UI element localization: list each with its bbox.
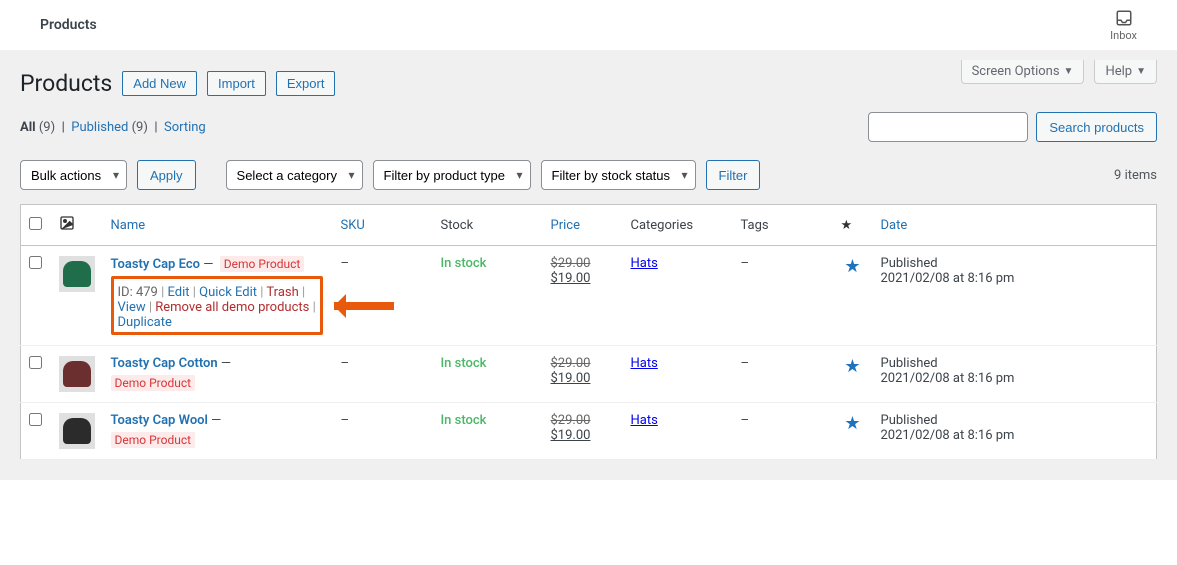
page-title: Products — [20, 70, 112, 97]
date-published-label: Published — [881, 256, 938, 271]
featured-star-toggle[interactable]: ★ — [844, 356, 860, 377]
mdash: — — [203, 257, 213, 272]
table-row: Toasty Cap Eco — Demo Product ID: 479 | E… — [21, 246, 1157, 346]
quick-edit-link[interactable]: Quick Edit — [199, 285, 257, 300]
row-checkbox[interactable] — [29, 356, 42, 369]
import-button[interactable]: Import — [207, 71, 266, 96]
edit-link[interactable]: Edit — [167, 285, 189, 300]
inbox-label: Inbox — [1110, 29, 1137, 42]
items-count: 9 items — [1114, 168, 1157, 183]
date-value: 2021/02/08 at 8:16 pm — [881, 371, 1015, 386]
table-row: Toasty Cap Wool —Demo Product–In stock$2… — [21, 403, 1157, 460]
trash-link[interactable]: Trash — [266, 285, 298, 300]
view-all[interactable]: All — [20, 120, 36, 135]
pipe-sep: | — [58, 120, 71, 135]
screen-options-toggle[interactable]: Screen Options ▼ — [961, 60, 1085, 84]
chevron-down-icon: ▼ — [1064, 66, 1074, 77]
demo-badge: Demo Product — [111, 432, 196, 448]
product-thumbnail[interactable] — [59, 356, 95, 392]
help-toggle[interactable]: Help ▼ — [1094, 60, 1157, 84]
bulk-actions-select[interactable]: Bulk actions — [20, 160, 127, 190]
stock-status: In stock — [441, 256, 487, 271]
featured-star-toggle[interactable]: ★ — [844, 256, 860, 277]
mdash: — — [211, 413, 221, 428]
col-date[interactable]: Date — [881, 218, 908, 233]
col-stock: Stock — [433, 205, 543, 246]
remove-demo-link[interactable]: Remove all demo products — [155, 300, 309, 315]
category-link[interactable]: Hats — [631, 413, 658, 428]
filter-button[interactable]: Filter — [706, 160, 761, 190]
sku-cell: – — [333, 403, 433, 460]
price-regular: $29.00 — [551, 256, 591, 271]
product-type-filter-select[interactable]: Filter by product type — [373, 160, 531, 190]
tags-cell: – — [733, 346, 833, 403]
topbar-title: Products — [40, 17, 97, 33]
price-sale: $19.00 — [551, 271, 591, 286]
search-input[interactable] — [868, 112, 1028, 142]
product-title-link[interactable]: Toasty Cap Wool — [111, 413, 208, 428]
stock-status: In stock — [441, 356, 487, 371]
row-checkbox[interactable] — [29, 256, 42, 269]
screen-options-label: Screen Options — [972, 64, 1060, 79]
add-new-button[interactable]: Add New — [122, 71, 197, 96]
date-published-label: Published — [881, 356, 938, 371]
product-thumbnail[interactable] — [59, 413, 95, 449]
category-link[interactable]: Hats — [631, 256, 658, 271]
row-actions-highlight: ID: 479 | Edit | Quick Edit | Trash | Vi… — [111, 276, 323, 335]
featured-star-toggle[interactable]: ★ — [844, 413, 860, 434]
callout-arrow-icon — [334, 302, 394, 310]
help-label: Help — [1105, 64, 1132, 79]
view-all-count: (9) — [39, 120, 55, 135]
table-row: Toasty Cap Cotton —Demo Product–In stock… — [21, 346, 1157, 403]
tags-cell: – — [733, 403, 833, 460]
price-sale: $19.00 — [551, 371, 591, 386]
product-title-link[interactable]: Toasty Cap Eco — [111, 257, 200, 272]
view-published[interactable]: Published — [71, 120, 128, 135]
demo-badge: Demo Product — [220, 256, 305, 272]
col-name[interactable]: Name — [111, 218, 146, 233]
inbox-icon — [1115, 9, 1133, 27]
col-price[interactable]: Price — [551, 218, 580, 233]
row-actions: ID: 479 | Edit | Quick Edit | Trash | Vi… — [118, 285, 316, 330]
apply-button[interactable]: Apply — [137, 160, 196, 190]
category-link[interactable]: Hats — [631, 356, 658, 371]
demo-badge: Demo Product — [111, 375, 196, 391]
duplicate-link[interactable]: Duplicate — [118, 315, 172, 330]
export-button[interactable]: Export — [276, 71, 336, 96]
pipe-sep: | — [151, 120, 164, 135]
chevron-down-icon: ▼ — [1136, 66, 1146, 77]
view-sorting[interactable]: Sorting — [164, 120, 206, 135]
view-published-count: (9) — [132, 120, 148, 135]
view-link[interactable]: View — [118, 300, 146, 315]
category-filter-select[interactable]: Select a category — [226, 160, 363, 190]
price-sale: $19.00 — [551, 428, 591, 443]
col-sku[interactable]: SKU — [341, 218, 365, 233]
image-icon — [59, 220, 75, 235]
stock-status: In stock — [441, 413, 487, 428]
mdash: — — [221, 356, 231, 371]
price-regular: $29.00 — [551, 356, 591, 371]
search-products-button[interactable]: Search products — [1036, 112, 1157, 142]
product-title-link[interactable]: Toasty Cap Cotton — [111, 356, 218, 371]
col-categories: Categories — [623, 205, 733, 246]
sku-cell: – — [333, 246, 433, 346]
row-checkbox[interactable] — [29, 413, 42, 426]
product-thumbnail[interactable] — [59, 256, 95, 292]
date-value: 2021/02/08 at 8:16 pm — [881, 428, 1015, 443]
price-regular: $29.00 — [551, 413, 591, 428]
date-value: 2021/02/08 at 8:16 pm — [881, 271, 1015, 286]
stock-status-filter-select[interactable]: Filter by stock status — [541, 160, 696, 190]
select-all-checkbox[interactable] — [29, 217, 42, 230]
sku-cell: – — [333, 346, 433, 403]
inbox-button[interactable]: Inbox — [1110, 9, 1137, 42]
view-links: All (9) | Published (9) | Sorting — [20, 120, 206, 135]
row-id: ID: 479 — [118, 285, 158, 300]
tags-cell: – — [733, 246, 833, 346]
col-tags: Tags — [733, 205, 833, 246]
star-icon: ★ — [841, 218, 853, 233]
date-published-label: Published — [881, 413, 938, 428]
